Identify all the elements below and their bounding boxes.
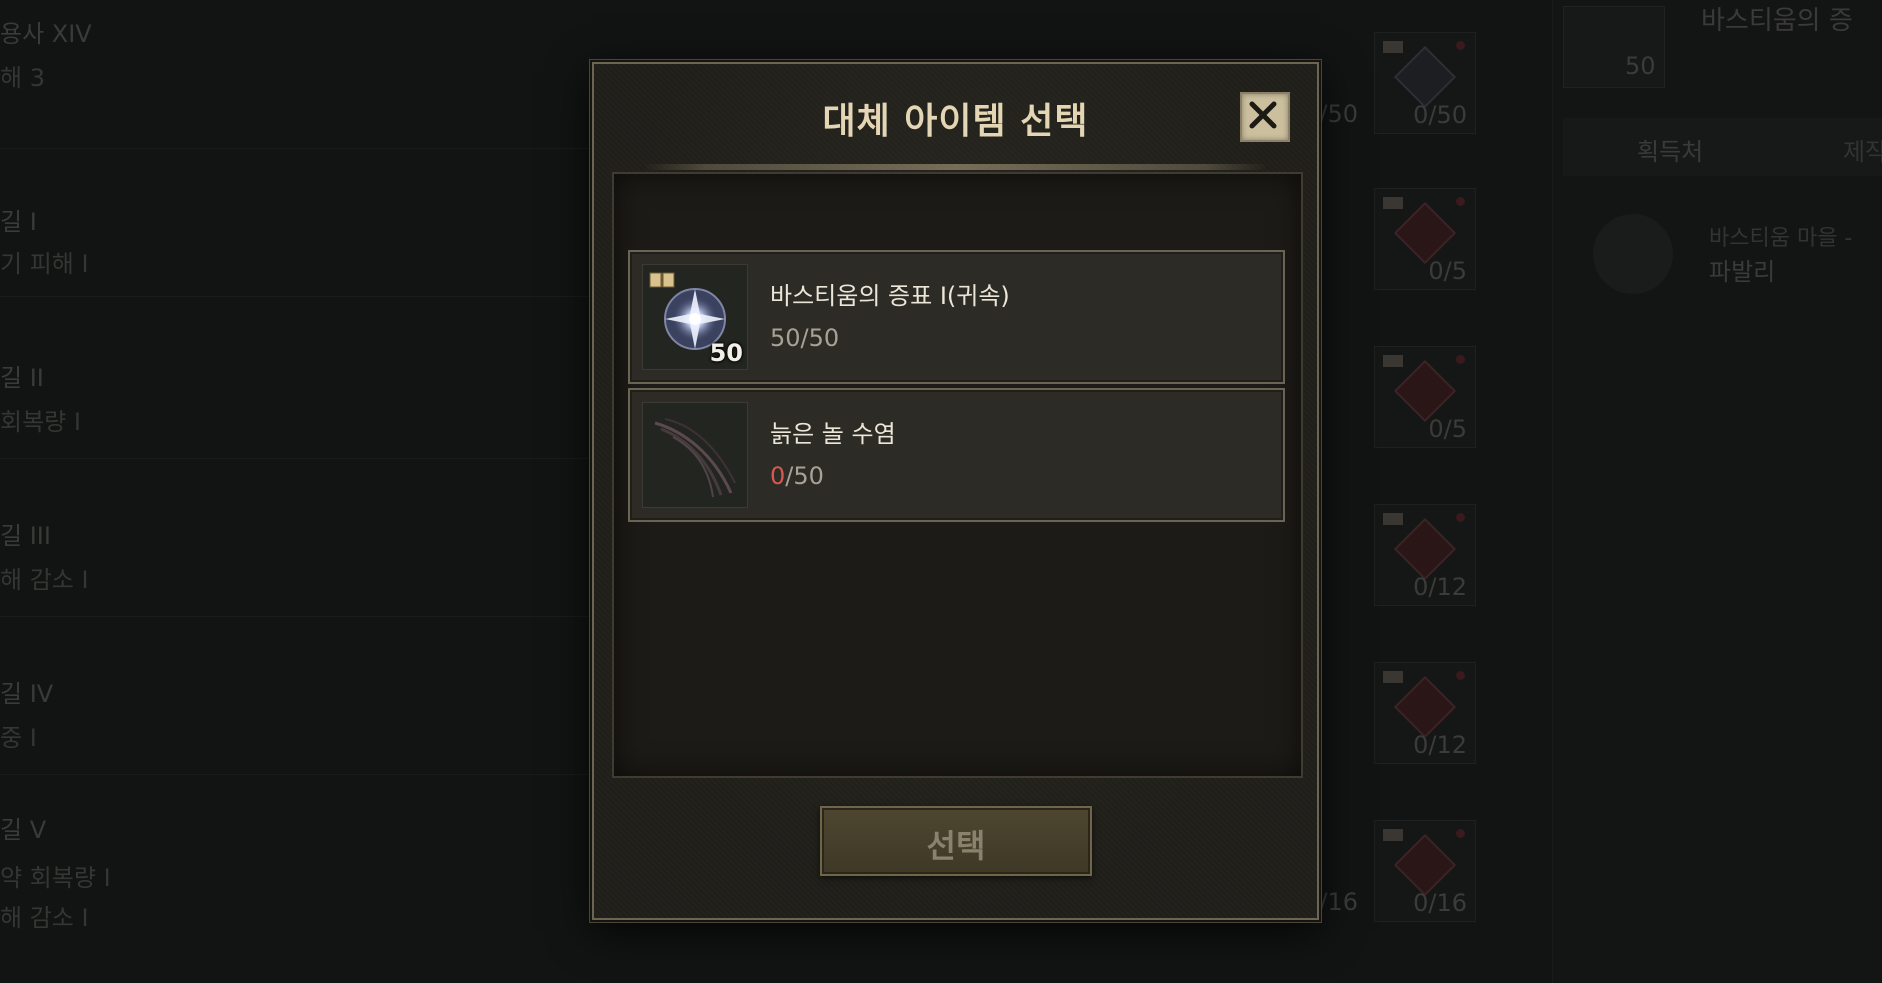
material-gem-icon: [1393, 45, 1457, 109]
bg-skill-row: 길 III 해 감소 I: [0, 468, 600, 617]
bg-material-slot: 0/12: [1374, 504, 1476, 606]
bg-skill-name: 길 IV: [0, 680, 54, 708]
bg-material-slot-partial: /16: [1316, 820, 1366, 920]
bg-skill-row: 길 V 약 회복량 I 해 감소 I: [0, 784, 600, 932]
old-gnoll-whisker-icon: [654, 418, 736, 498]
book-icon: [1383, 513, 1403, 525]
bg-skill-desc: 중 I: [0, 724, 37, 752]
alert-dot-icon: [1456, 41, 1465, 50]
alert-dot-icon: [1456, 355, 1465, 364]
tab-craft: 제작: [1843, 138, 1882, 166]
tab-source: 획득처: [1637, 138, 1704, 166]
required-amount: /50: [785, 462, 824, 490]
bg-skill-row: 길 IV 중 I: [0, 626, 600, 775]
item-list: 50 바스티움의 증표 I(귀속) 50/50 늙은 놀 수염 0/50: [612, 172, 1303, 778]
item-slot: [642, 402, 748, 508]
bg-source-location: 바스티움 마을 -: [1709, 226, 1853, 251]
title-divider: [644, 164, 1267, 170]
bg-slot-count: /50: [1319, 100, 1358, 128]
bg-skill-row: 용사 XIV 해 3: [0, 0, 600, 149]
bg-slot-count: 0/50: [1413, 101, 1467, 129]
bg-detail-title: 바스티움의 증: [1701, 6, 1853, 36]
material-gem-icon: [1393, 201, 1457, 265]
book-icon: [1383, 355, 1403, 367]
bg-slot-count: 0/12: [1413, 573, 1467, 601]
select-button-label: 선택: [926, 827, 986, 865]
item-slot: 50: [642, 264, 748, 370]
bg-slot-count: 0/5: [1428, 257, 1467, 285]
bg-detail-tabs: 획득처 제작: [1563, 118, 1882, 176]
material-gem-icon: [1393, 517, 1457, 581]
bg-material-slot: 0/16: [1374, 820, 1476, 922]
bg-detail-count: 50: [1625, 52, 1656, 80]
book-icon: [1383, 197, 1403, 209]
bg-material-slot: 0/5: [1374, 346, 1476, 448]
bg-slot-count: 0/16: [1413, 889, 1467, 917]
bg-material-slot: 0/50: [1374, 32, 1476, 134]
owned-amount: 50: [770, 324, 801, 352]
alert-dot-icon: [1456, 671, 1465, 680]
bg-material-slot-partial: /50: [1316, 32, 1366, 132]
bg-skill-name: 길 I: [0, 208, 37, 236]
bg-slot-count: 0/5: [1428, 415, 1467, 443]
bg-material-slot: 0/5: [1374, 188, 1476, 290]
material-gem-icon: [1393, 833, 1457, 897]
select-button[interactable]: 선택: [820, 806, 1092, 876]
item-quantity: 0/50: [770, 462, 824, 490]
book-icon: [1383, 671, 1403, 683]
material-gem-icon: [1393, 359, 1457, 423]
bg-slot-count: /16: [1319, 888, 1358, 916]
book-icon: [1383, 41, 1403, 53]
bg-skill-name: 용사 XIV: [0, 20, 92, 48]
bg-material-slot: 0/12: [1374, 662, 1476, 764]
bg-skill-desc: 회복량 I: [0, 408, 81, 436]
owned-amount: 0: [770, 462, 786, 490]
skill-list-background: 용사 XIV 해 3 길 I 기 피해 I 길 II 회복량 I 길 III 해…: [0, 0, 600, 983]
item-name: 늙은 놀 수염: [770, 420, 896, 448]
item-name: 바스티움의 증표 I(귀속): [770, 282, 1010, 310]
bg-skill-desc: 해 감소 I: [0, 566, 89, 594]
bg-skill-desc: 해 3: [0, 64, 45, 92]
money-bag-icon: [1593, 214, 1673, 294]
close-x-icon: [1249, 101, 1277, 129]
book-icon: [1383, 829, 1403, 841]
bg-skill-name: 길 II: [0, 364, 44, 392]
stack-count: 50: [709, 339, 743, 367]
list-item[interactable]: 늙은 놀 수염 0/50: [628, 388, 1285, 522]
list-item[interactable]: 50 바스티움의 증표 I(귀속) 50/50: [628, 250, 1285, 384]
bg-skill-row: 길 I 기 피해 I: [0, 148, 600, 297]
bg-slot-count: 0/12: [1413, 731, 1467, 759]
alert-dot-icon: [1456, 829, 1465, 838]
material-gem-icon: [1393, 675, 1457, 739]
bg-skill-name: 길 III: [0, 522, 51, 550]
alert-dot-icon: [1456, 197, 1465, 206]
alert-dot-icon: [1456, 513, 1465, 522]
item-quantity: 50/50: [770, 324, 839, 352]
bg-skill-name: 길 V: [0, 816, 47, 844]
bg-skill-row: 길 II 회복량 I: [0, 310, 600, 459]
bg-source-npc: 파발리: [1709, 258, 1776, 286]
bg-skill-desc-2: 해 감소 I: [0, 904, 89, 932]
replacement-item-dialog: 대체 아이템 선택 50 바스티움의 증표 I(귀속) 50/50 늙은 놀 수…: [592, 62, 1319, 920]
bg-skill-desc: 기 피해 I: [0, 250, 89, 278]
close-button[interactable]: [1240, 92, 1290, 142]
item-detail-panel: 50 바스티움의 증 획득처 제작 바스티움 마을 - 파발리: [1552, 0, 1882, 983]
bg-skill-desc: 약 회복량 I: [0, 864, 111, 892]
dialog-title: 대체 아이템 선택: [822, 100, 1089, 142]
required-amount: /50: [800, 324, 840, 352]
